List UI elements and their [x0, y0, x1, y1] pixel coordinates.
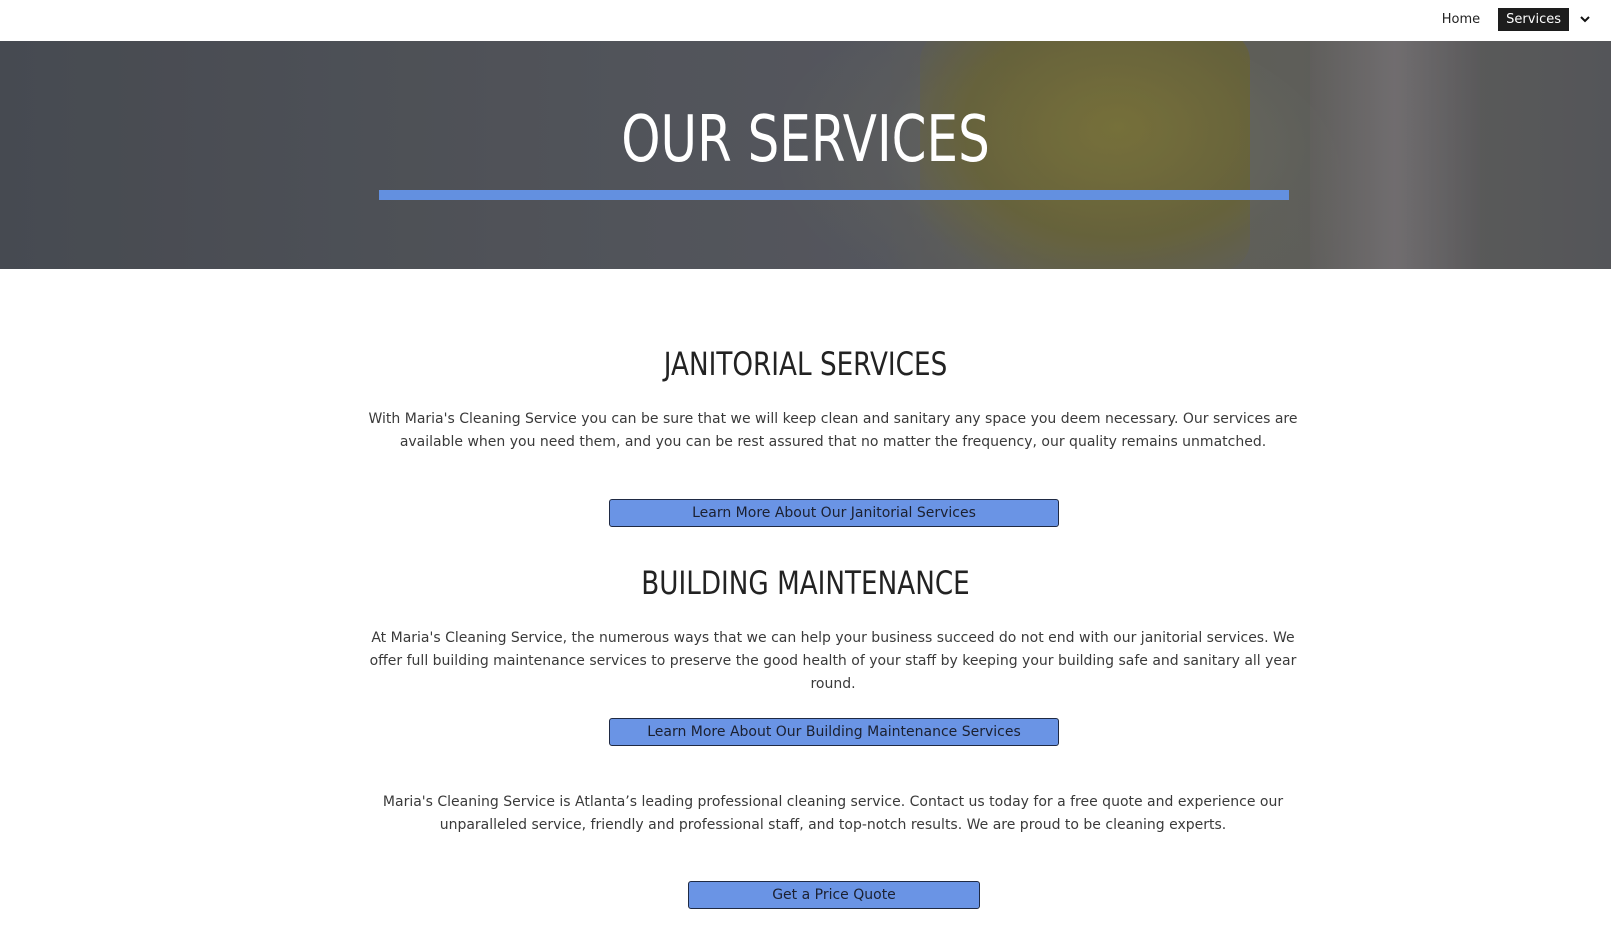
page-title: OUR SERVICES — [621, 103, 990, 177]
title-underline — [379, 190, 1289, 200]
hero-banner: OUR SERVICES — [0, 41, 1611, 269]
janitorial-description: With Maria's Cleaning Service you can be… — [368, 411, 1298, 450]
nav-item-home[interactable]: Home — [1430, 9, 1492, 30]
building-maintenance-learn-more-button[interactable]: Learn More About Our Building Maintenanc… — [609, 718, 1059, 746]
price-quote-button[interactable]: Get a Price Quote — [688, 881, 980, 909]
janitorial-heading: JANITORIAL SERVICES — [663, 345, 948, 383]
main-nav: Home Services — [1430, 6, 1593, 32]
nav-item-services[interactable]: Services — [1498, 7, 1569, 31]
building-maintenance-heading: BUILDING MAINTENANCE — [641, 564, 970, 602]
janitorial-learn-more-button[interactable]: Learn More About Our Janitorial Services — [609, 499, 1059, 527]
top-nav-bar: Home Services — [0, 0, 1611, 41]
closing-description: Maria's Cleaning Service is Atlanta’s le… — [382, 794, 1284, 833]
building-maintenance-description: At Maria's Cleaning Service, the numerou… — [369, 630, 1297, 692]
chevron-down-icon[interactable] — [1577, 11, 1593, 27]
